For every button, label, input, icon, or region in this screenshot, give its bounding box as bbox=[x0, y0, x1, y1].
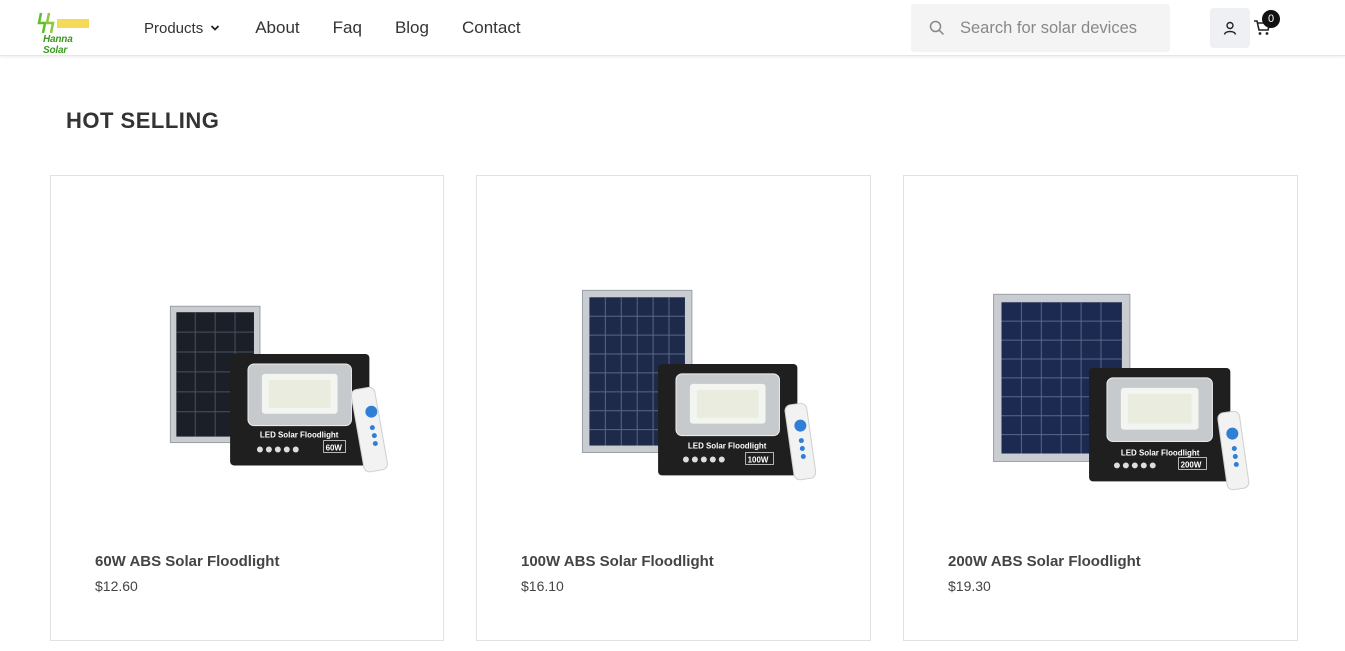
logo[interactable]: Hanna Solar bbox=[37, 11, 93, 56]
site-header: Hanna Solar Products About Faq Blog Cont… bbox=[0, 0, 1345, 56]
user-icon bbox=[1223, 21, 1237, 35]
nav-item-label: Products bbox=[144, 19, 204, 37]
floodlight-wattage: 200W bbox=[1181, 460, 1202, 469]
product-card[interactable]: LED Solar Floodlight 100W 100W ABS Solar… bbox=[476, 175, 871, 641]
nav-item-about[interactable]: About bbox=[255, 18, 299, 38]
account-button[interactable] bbox=[1210, 8, 1250, 48]
product-name[interactable]: 60W ABS Solar Floodlight bbox=[95, 553, 279, 570]
section-title: HOT SELLING bbox=[66, 108, 220, 133]
floodlight-wattage: 60W bbox=[326, 444, 343, 453]
nav-item-blog[interactable]: Blog bbox=[395, 18, 429, 38]
logo-mark-icon bbox=[37, 12, 89, 34]
product-card[interactable]: LED Solar Floodlight 200W 200W ABS Solar… bbox=[903, 175, 1298, 641]
main-nav: Products About Faq Blog Contact bbox=[144, 17, 554, 39]
product-image[interactable]: LED Solar Floodlight 100W bbox=[477, 176, 870, 536]
chevron-down-icon bbox=[211, 25, 220, 31]
product-price: $19.30 bbox=[948, 578, 991, 594]
floodlight-label: LED Solar Floodlight bbox=[1121, 448, 1200, 457]
product-card[interactable]: LED Solar Floodlight 60W 60W ABS Solar F… bbox=[50, 175, 444, 641]
product-price: $12.60 bbox=[95, 578, 138, 594]
search-icon[interactable] bbox=[929, 20, 945, 36]
floodlight-label: LED Solar Floodlight bbox=[260, 431, 339, 440]
product-image[interactable]: LED Solar Floodlight 60W bbox=[51, 176, 443, 536]
search-input[interactable] bbox=[960, 17, 1160, 39]
logo-text: Hanna Solar bbox=[43, 34, 73, 56]
product-name[interactable]: 200W ABS Solar Floodlight bbox=[948, 553, 1141, 570]
product-name[interactable]: 100W ABS Solar Floodlight bbox=[521, 553, 714, 570]
product-price: $16.10 bbox=[521, 578, 564, 594]
search-box bbox=[911, 4, 1170, 52]
product-image[interactable]: LED Solar Floodlight 200W bbox=[904, 176, 1297, 536]
floodlight-wattage: 100W bbox=[748, 455, 769, 464]
nav-item-faq[interactable]: Faq bbox=[333, 18, 362, 38]
cart-count-badge: 0 bbox=[1262, 10, 1280, 28]
nav-item-contact[interactable]: Contact bbox=[462, 18, 521, 38]
nav-item-products[interactable]: Products bbox=[144, 20, 220, 37]
floodlight-label: LED Solar Floodlight bbox=[688, 442, 767, 451]
